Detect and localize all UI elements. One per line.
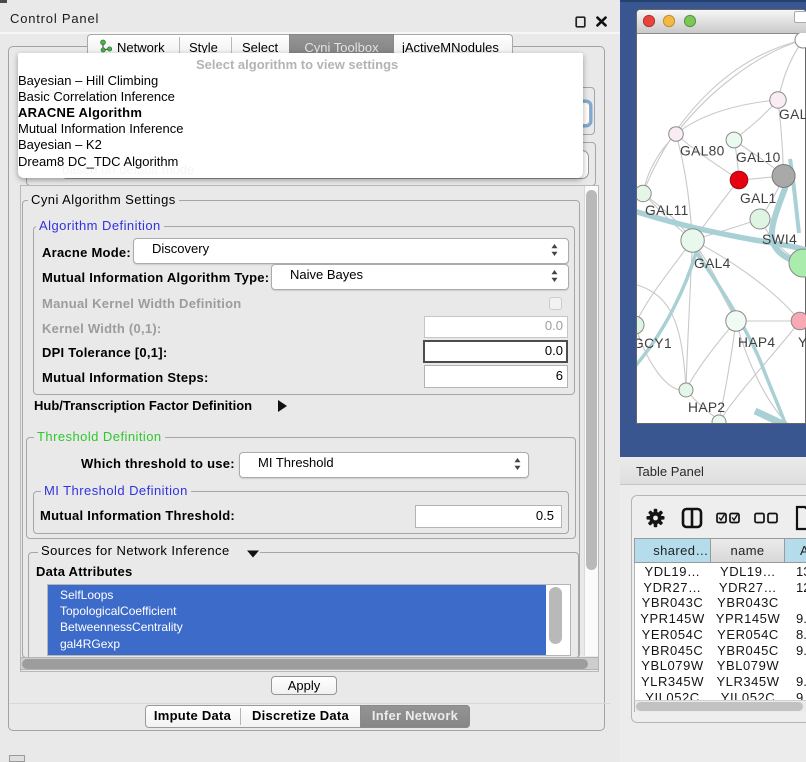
svg-text:GAL1: GAL1 [740,191,777,206]
svg-text:GAL7: GAL7 [779,107,806,122]
svg-text:GAL10: GAL10 [736,150,781,165]
svg-text:SWI4: SWI4 [762,232,797,247]
svg-text:GAL4: GAL4 [694,256,731,271]
svg-text:HAP4: HAP4 [738,335,775,350]
svg-text:GAL80: GAL80 [680,144,725,159]
svg-text:GCY1: GCY1 [637,336,672,351]
svg-text:HAP2: HAP2 [688,400,725,415]
svg-text:Y: Y [798,335,806,350]
svg-text:GAL11: GAL11 [645,203,689,218]
